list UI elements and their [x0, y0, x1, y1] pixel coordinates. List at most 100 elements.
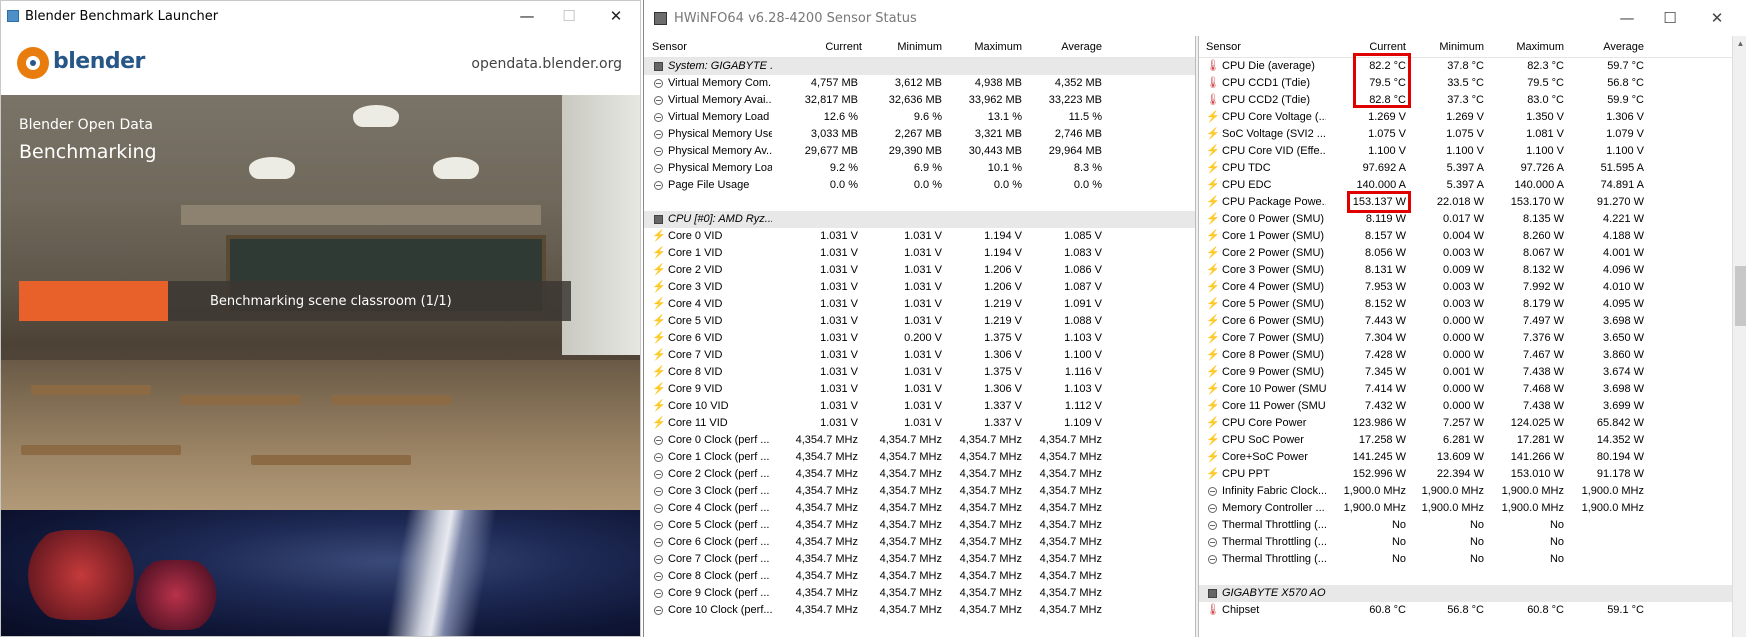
sensor-row[interactable]: ⚡ Core 3 Power (SMU) 8.131 W 0.009 W 8.132 W… — [1198, 262, 1746, 279]
sensor-min-value: 29,390 MB — [888, 145, 942, 157]
sensor-row[interactable]: Infinity Fabric Clock... 1,900.0 MHz 1,900… — [1198, 483, 1746, 500]
sensor-max-value: 0.0 % — [993, 179, 1022, 191]
sensor-cur-value: 8.152 W — [1365, 298, 1406, 310]
scroll-up-icon[interactable]: ▲ — [1733, 36, 1746, 51]
sensor-row[interactable]: Core 1 Clock (perf ... 4,354.7 MHz 4,354.7… — [644, 449, 1195, 466]
col-maximum[interactable]: Maximum — [934, 36, 1022, 58]
sensor-row[interactable]: ⚡ SoC Voltage (SVI2 ... 1.075 V 1.075 V 1.08… — [1198, 126, 1746, 143]
col-average[interactable]: Average — [1014, 36, 1102, 58]
sensor-row[interactable]: Core 6 Clock (perf ... 4,354.7 MHz 4,354.7… — [644, 534, 1195, 551]
sensor-row[interactable]: ⚡ Core 5 Power (SMU) 8.152 W 0.003 W 8.179 W… — [1198, 296, 1746, 313]
sensor-row[interactable]: ⚡ CPU PPT 152.996 W 22.394 W 153.010 W 91.178… — [1198, 466, 1746, 483]
sensor-row[interactable]: Core 9 Clock (perf ... 4,354.7 MHz 4,354.7… — [644, 585, 1195, 602]
sensor-group-header[interactable]: System: GIGABYTE ... — [644, 58, 1195, 75]
sensor-row[interactable]: ⚡ Core 8 Power (SMU) 7.428 W 0.000 W 7.467 W… — [1198, 347, 1746, 364]
sensor-row[interactable]: ⚡ CPU Core Voltage (... 1.269 V 1.269 V 1.35… — [1198, 109, 1746, 126]
sensor-row[interactable]: Virtual Memory Com... 4,757 MB 3,612 MB 4,9… — [644, 75, 1195, 92]
sensor-row[interactable]: Virtual Memory Avai... 32,817 MB 32,636 MB… — [644, 92, 1195, 109]
sensor-row[interactable]: ⚡ Core 4 VID 1.031 V 1.031 V 1.219 V 1.091 V — [644, 296, 1195, 313]
sensor-group-header[interactable]: CPU [#0]: AMD Ryz... — [644, 211, 1195, 228]
sensor-row[interactable]: ⚡ Core 0 VID 1.031 V 1.031 V 1.194 V 1.085 V — [644, 228, 1195, 245]
sensor-row[interactable]: Core 0 Clock (perf ... 4,354.7 MHz 4,354.7… — [644, 432, 1195, 449]
sensor-min-value: 0.000 W — [1443, 349, 1484, 361]
col-average[interactable]: Average — [1556, 36, 1644, 58]
sensor-avg-value: 74.891 A — [1600, 179, 1644, 191]
sensor-row[interactable]: ⚡ Core 8 VID 1.031 V 1.031 V 1.375 V 1.116 V — [644, 364, 1195, 381]
sensor-row[interactable]: Core 4 Clock (perf ... 4,354.7 MHz 4,354.7… — [644, 500, 1195, 517]
vertical-scrollbar[interactable]: ▲ — [1732, 36, 1746, 637]
sensor-row[interactable]: ⚡ Core 7 VID 1.031 V 1.031 V 1.306 V 1.100 V — [644, 347, 1195, 364]
sensor-row[interactable]: ⚡ Core 4 Power (SMU) 7.953 W 0.003 W 7.992 W… — [1198, 279, 1746, 296]
sensor-max-value: 30,443 MB — [968, 145, 1022, 157]
sensor-row[interactable]: ⚡ Core 6 Power (SMU) 7.443 W 0.000 W 7.497 W… — [1198, 313, 1746, 330]
sensor-row[interactable]: ⚡ Core 1 Power (SMU) 8.157 W 0.004 W 8.260 W… — [1198, 228, 1746, 245]
sensor-row[interactable]: ⚡ Core 2 VID 1.031 V 1.031 V 1.206 V 1.086 V — [644, 262, 1195, 279]
sensor-group-header[interactable]: GIGABYTE X570 AO... — [1198, 585, 1746, 602]
sensor-row[interactable]: 🌡CPU CCD1 (Tdie)79.5 °C33.5 °C79.5 °C56.… — [1198, 75, 1746, 92]
hw-minimize-button[interactable]: — — [1604, 4, 1650, 32]
close-button[interactable]: ✕ — [593, 1, 639, 31]
opendata-link[interactable]: opendata.blender.org — [471, 56, 622, 72]
sensor-row[interactable]: ⚡ Core 11 Power (SMU) 7.432 W 0.000 W 7.438 … — [1198, 398, 1746, 415]
sensor-name: Core 11 Power (SMU) — [1222, 400, 1326, 412]
sensor-row[interactable]: ⚡CPU EDC140.000 A5.397 A140.000 A74.891 … — [1198, 177, 1746, 194]
hw-maximize-button[interactable]: ☐ — [1647, 4, 1693, 32]
col-current[interactable]: Current — [770, 36, 862, 58]
sensor-cur-value: 7.953 W — [1365, 281, 1406, 293]
sensor-row[interactable]: ⚡ Core 6 VID 1.031 V 0.200 V 1.375 V 1.103 V — [644, 330, 1195, 347]
sensor-row[interactable]: Core 3 Clock (perf ... 4,354.7 MHz 4,354.7… — [644, 483, 1195, 500]
scroll-thumb[interactable] — [1735, 266, 1746, 326]
sensor-row[interactable]: ⚡ Core 9 VID 1.031 V 1.031 V 1.306 V 1.103 V — [644, 381, 1195, 398]
sensor-row[interactable]: ⚡ Core 3 VID 1.031 V 1.031 V 1.206 V 1.087 V — [644, 279, 1195, 296]
sensor-row[interactable]: Thermal Throttling (... No No No — [1198, 534, 1746, 551]
sensor-row[interactable]: Thermal Throttling (... No No No — [1198, 551, 1746, 568]
sensor-row[interactable]: Physical Memory Used 3,033 MB 2,267 MB 3,32… — [644, 126, 1195, 143]
minimize-button[interactable]: — — [504, 1, 550, 31]
sensor-row[interactable]: Physical Memory Av... 29,677 MB 29,390 MB 3… — [644, 143, 1195, 160]
sensor-row[interactable]: Core 5 Clock (perf ... 4,354.7 MHz 4,354.7… — [644, 517, 1195, 534]
maximize-button[interactable]: ☐ — [546, 1, 592, 31]
sensor-row[interactable]: ⚡ Core 7 Power (SMU) 7.304 W 0.000 W 7.376 W… — [1198, 330, 1746, 347]
sensor-row[interactable]: Memory Controller ... 1,900.0 MHz 1,900.0 … — [1198, 500, 1746, 517]
sensor-row[interactable]: ⚡ Core 9 Power (SMU) 7.345 W 0.001 W 7.438 W… — [1198, 364, 1746, 381]
sensor-row[interactable]: Core 7 Clock (perf ... 4,354.7 MHz 4,354.7… — [644, 551, 1195, 568]
sensor-row[interactable]: 🌡CPU CCD2 (Tdie)82.8 °C37.3 °C83.0 °C59.… — [1198, 92, 1746, 109]
sensor-row[interactable]: ⚡CPU Package Powe...153.137 W22.018 W153… — [1198, 194, 1746, 211]
sensor-row[interactable]: 🌡CPU Die (average)82.2 °C37.8 °C82.3 °C5… — [1198, 58, 1746, 75]
sensor-row[interactable]: ⚡ Core+SoC Power 141.245 W 13.609 W 141.266 … — [1198, 449, 1746, 466]
progress-bar — [19, 281, 168, 321]
sensor-row[interactable]: 🌡 Chipset 60.8 °C 56.8 °C 60.8 °C 59.1 °C — [1198, 602, 1746, 619]
sensor-avg-value: 1.091 V — [1064, 298, 1102, 310]
sensor-row[interactable]: Core 8 Clock (perf ... 4,354.7 MHz 4,354.7… — [644, 568, 1195, 585]
sensor-row[interactable]: ⚡ Core 2 Power (SMU) 8.056 W 0.003 W 8.067 W… — [1198, 245, 1746, 262]
pane-splitter[interactable] — [1195, 36, 1199, 637]
sensor-gauge-icon — [1206, 534, 1218, 551]
hw-close-button[interactable]: ✕ — [1694, 4, 1740, 32]
sensor-row[interactable]: ⚡ Core 5 VID 1.031 V 1.031 V 1.219 V 1.088 V — [644, 313, 1195, 330]
col-maximum[interactable]: Maximum — [1476, 36, 1564, 58]
sensor-row[interactable]: ⚡ Core 11 VID 1.031 V 1.031 V 1.337 V 1.109 V — [644, 415, 1195, 432]
sensor-row[interactable]: Page File Usage 0.0 % 0.0 % 0.0 % 0.0 % — [644, 177, 1195, 194]
sensor-row[interactable]: Virtual Memory Load 12.6 % 9.6 % 13.1 % 11.5… — [644, 109, 1195, 126]
sensor-row[interactable]: ⚡ Core 1 VID 1.031 V 1.031 V 1.194 V 1.083 V — [644, 245, 1195, 262]
sensor-avg-value: 4,354.7 MHz — [1039, 519, 1102, 531]
sensor-row[interactable]: ⚡ Core 10 VID 1.031 V 1.031 V 1.337 V 1.112 V — [644, 398, 1195, 415]
voltage-bolt-icon: ⚡ — [1206, 432, 1218, 449]
sensor-row[interactable]: ⚡ CPU Core Power 123.986 W 7.257 W 124.025 W… — [1198, 415, 1746, 432]
sensor-row[interactable]: Core 2 Clock (perf ... 4,354.7 MHz 4,354.7… — [644, 466, 1195, 483]
sensor-row[interactable]: Physical Memory Load 9.2 % 6.9 % 10.1 % 8.3 … — [644, 160, 1195, 177]
sensor-row[interactable]: ⚡ Core 0 Power (SMU) 8.119 W 0.017 W 8.135 W… — [1198, 211, 1746, 228]
sensor-row[interactable]: Thermal Throttling (... No No No — [1198, 517, 1746, 534]
sensor-min-value: 0.017 W — [1443, 213, 1484, 225]
sensor-avg-value: 4.010 W — [1603, 281, 1644, 293]
sensor-row[interactable]: Core 10 Clock (perf... 4,354.7 MHz 4,354.7… — [644, 602, 1195, 619]
sensor-row[interactable]: ⚡ CPU TDC 97.692 A 5.397 A 97.726 A 51.595 A — [1198, 160, 1746, 177]
col-minimum[interactable]: Minimum — [854, 36, 942, 58]
sensor-row[interactable]: ⚡ CPU SoC Power 17.258 W 6.281 W 17.281 W 14.… — [1198, 432, 1746, 449]
col-sensor[interactable]: Sensor — [652, 36, 687, 58]
col-sensor[interactable]: Sensor — [1206, 36, 1241, 58]
artwork-image — [1, 510, 640, 636]
sensor-row[interactable]: ⚡ Core 10 Power (SMU) 7.414 W 0.000 W 7.468 … — [1198, 381, 1746, 398]
sensor-row[interactable]: ⚡ CPU Core VID (Effe... 1.100 V 1.100 V 1.10… — [1198, 143, 1746, 160]
sensor-avg-value: 2,746 MB — [1054, 128, 1102, 140]
